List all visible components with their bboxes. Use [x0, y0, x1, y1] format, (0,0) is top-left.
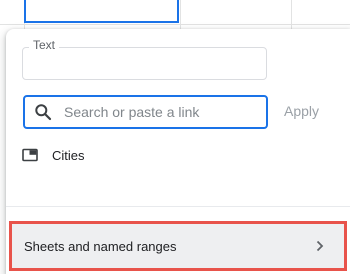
- sheet-tab-icon: [22, 148, 38, 162]
- insert-link-popup: Text Search or paste a link Apply Cities…: [6, 29, 350, 274]
- divider: [6, 206, 350, 207]
- chevron-right-icon: [314, 240, 326, 252]
- suggestion-label: Cities: [52, 147, 85, 163]
- grid-line: [0, 24, 350, 25]
- search-icon: [34, 103, 52, 121]
- selected-cell[interactable]: [24, 0, 179, 23]
- sheets-and-named-ranges-label: Sheets and named ranges: [24, 238, 177, 254]
- suggestion-item-cities[interactable]: Cities: [22, 141, 272, 169]
- link-text-label: Text: [29, 38, 60, 52]
- sheets-and-named-ranges-row[interactable]: Sheets and named ranges: [9, 221, 347, 271]
- link-search-placeholder: Search or paste a link: [64, 104, 200, 120]
- link-search-input[interactable]: Search or paste a link: [23, 95, 268, 129]
- apply-button[interactable]: Apply: [280, 98, 323, 124]
